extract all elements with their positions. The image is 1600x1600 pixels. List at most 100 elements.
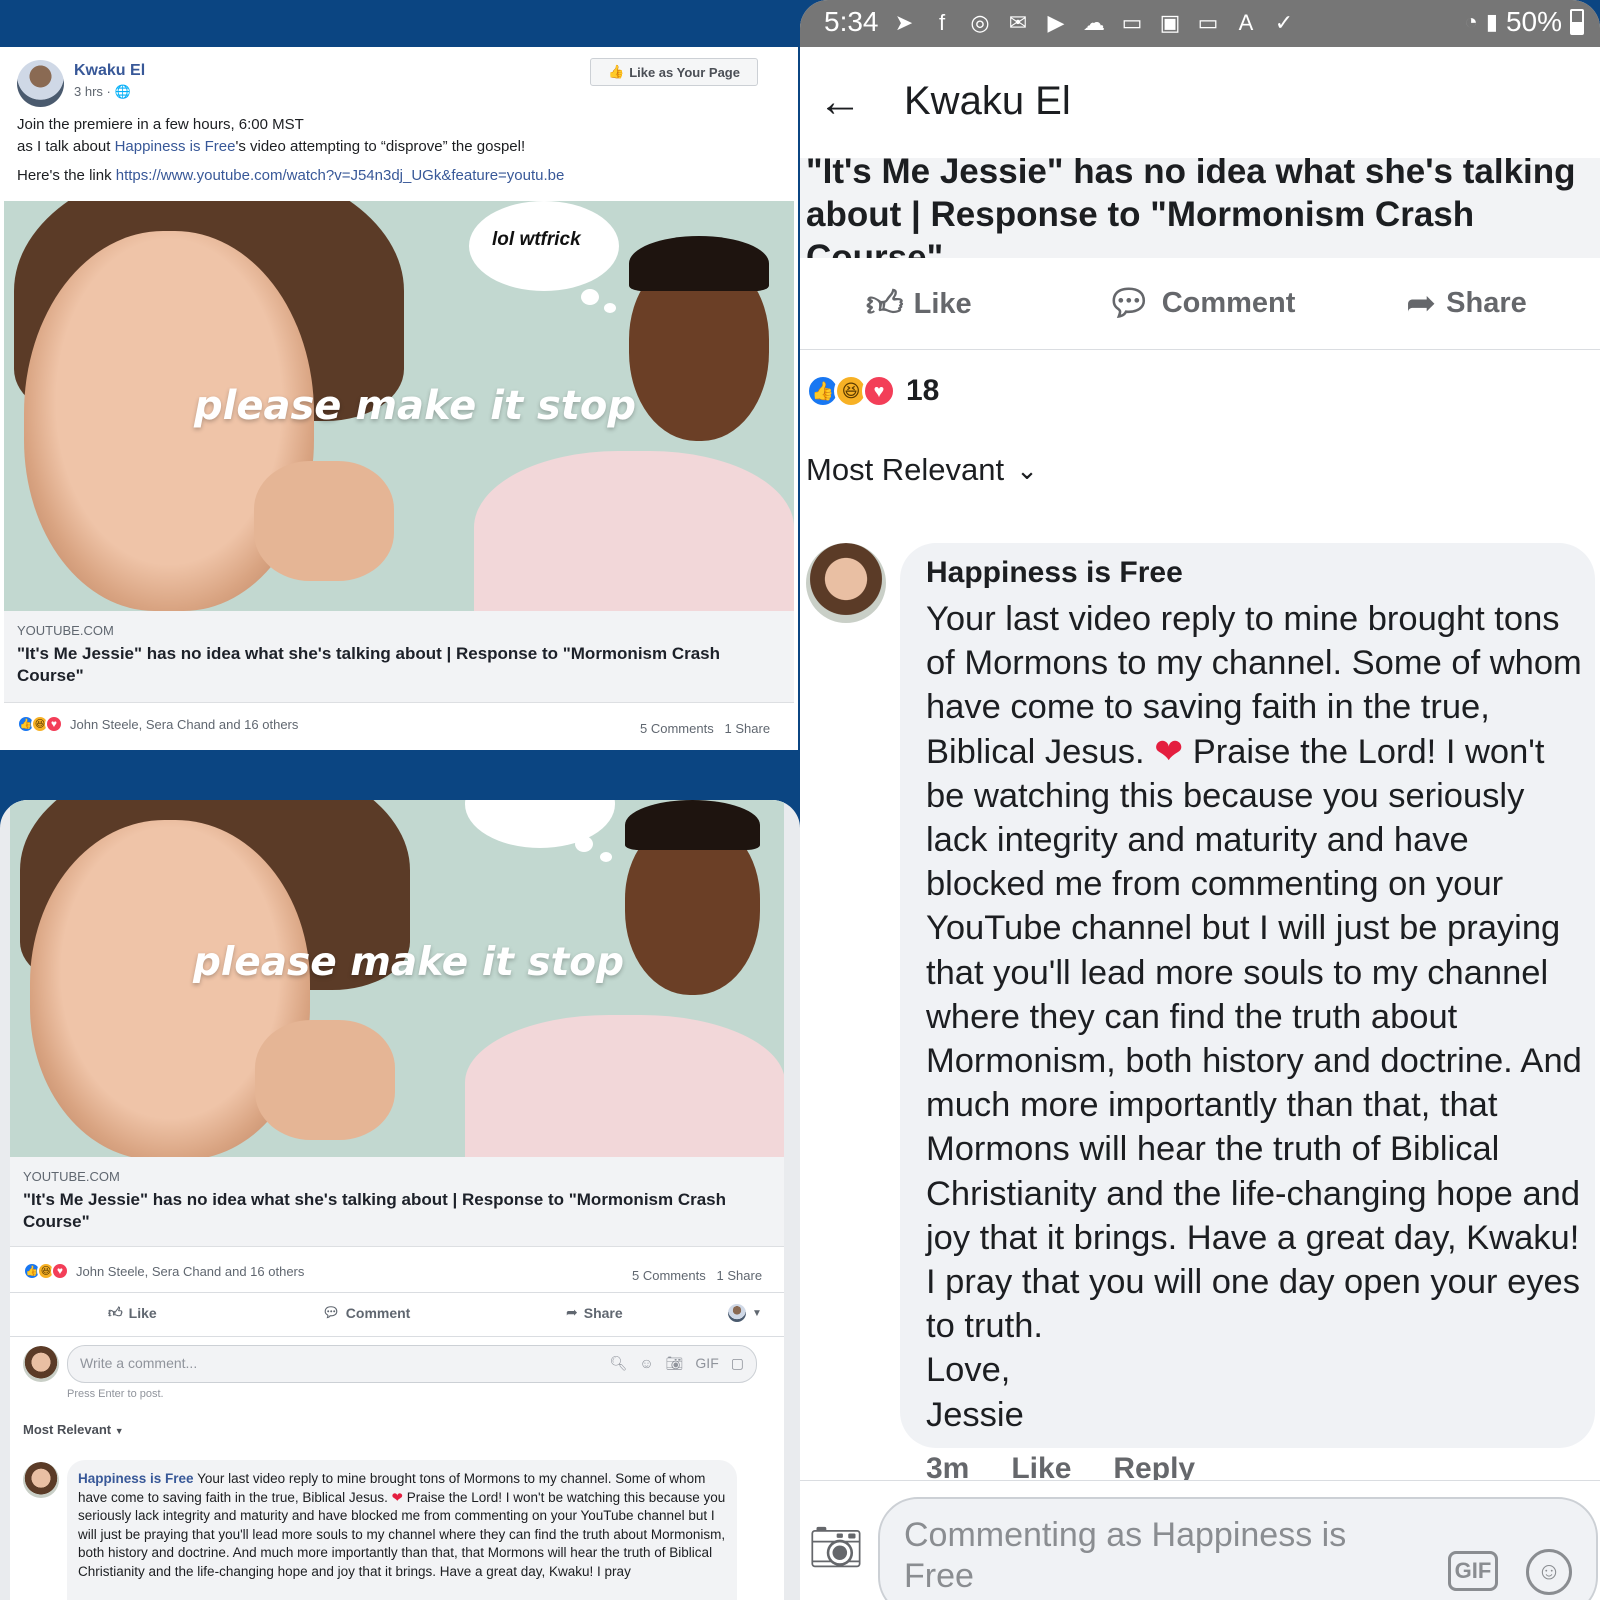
comment-sort-dropdown[interactable]: Most Relevant ▼ xyxy=(23,1422,124,1437)
like-as-page-button[interactable]: 👍 Like as Your Page xyxy=(590,58,758,86)
cloud-icon: ☁ xyxy=(1083,10,1105,35)
back-arrow-icon[interactable]: ← xyxy=(818,77,862,127)
reactors-text[interactable]: John Steele, Sera Chand and 16 others xyxy=(70,717,298,732)
thumbnail-man-hoodie xyxy=(474,451,794,611)
desktop-comments-panel: please make it stop YOUTUBE.COM "It's Me… xyxy=(0,800,800,1600)
link-preview[interactable]: YOUTUBE.COM "It's Me Jessie" has no idea… xyxy=(4,611,794,703)
reaction-icons: 👍 😆 ♥ xyxy=(17,715,63,733)
post-card: Kwaku El 3 hrs · 🌐 👍 Like as Your Page J… xyxy=(0,47,798,750)
instagram-icon: ◎ xyxy=(970,10,990,35)
mobile-comment-signoff-1: Love, xyxy=(926,1351,1011,1390)
love-icon: ♥ xyxy=(45,715,63,733)
link-title[interactable]: "It's Me Jessie" has no idea what she's … xyxy=(23,1189,763,1233)
thumbnail-woman-hand xyxy=(255,1020,395,1140)
bible-icon-2: ▭ xyxy=(1197,10,1219,35)
translate-icon: A xyxy=(1238,10,1254,35)
author-avatar[interactable] xyxy=(17,60,64,107)
gif-icon[interactable]: GIF xyxy=(695,1355,718,1372)
youtube-url-link[interactable]: https://www.youtube.com/watch?v=J54n3dj_… xyxy=(116,167,565,184)
check-icon: ✓ xyxy=(1274,10,1294,35)
post-line-3-prefix: Here's the link xyxy=(17,167,116,184)
globe-icon: 🌐 xyxy=(114,84,131,99)
post-line-1: Join the premiere in a few hours, 6:00 M… xyxy=(17,116,304,133)
camera-icon[interactable]: 📷︎ xyxy=(666,1355,684,1372)
comment-author-name[interactable]: Happiness is Free xyxy=(78,1471,194,1486)
comment-tools: 🔍︎ ☺ 📷︎ GIF ▢ xyxy=(610,1355,744,1372)
mobile-action-bar: 👍︎ Like 💬︎ Comment ➦ Share xyxy=(800,258,1600,350)
selected-identity-avatar xyxy=(728,1304,746,1322)
share-button[interactable]: ➦ Share xyxy=(566,1304,623,1321)
post-meta: 3 hrs · 🌐 xyxy=(74,84,131,100)
status-notification-icons: ➤ f ◎ ✉ ▶ ☁ ▭ ▣ ▭ A ✓ xyxy=(890,9,1298,37)
bible-icon: ▭ xyxy=(1121,10,1143,35)
like-as-page-label: Like as Your Page xyxy=(629,64,740,80)
reactions-summary[interactable]: 👍 😆 ♥ John Steele, Sera Chand and 16 oth… xyxy=(17,715,298,733)
emoji-icon[interactable]: ☺ xyxy=(639,1355,653,1372)
like-button[interactable]: 👍︎ Like xyxy=(108,1304,157,1321)
thumbs-up-icon: 👍︎ xyxy=(866,283,904,324)
heart-emoji-icon: ❤ xyxy=(1154,732,1184,771)
mobile-comment-avatar[interactable] xyxy=(806,543,886,623)
thumbnail-caption: please make it stop xyxy=(194,383,637,429)
like-label: Like xyxy=(128,1304,157,1321)
post-time[interactable]: 3 hrs · xyxy=(74,84,111,99)
mobile-like-button[interactable]: 👍︎ Like xyxy=(866,282,972,326)
reactions-summary[interactable]: 👍 😆 ♥ John Steele, Sera Chand and 16 oth… xyxy=(23,1262,304,1280)
mobile-comment-bubble: Happiness is Free Your last video reply … xyxy=(900,543,1595,1448)
link-domain: YOUTUBE.COM xyxy=(17,623,114,638)
comments-count[interactable]: 5 Comments xyxy=(632,1268,706,1283)
mobile-link-preview[interactable]: "It's Me Jessie" has no idea what she's … xyxy=(800,158,1600,258)
mobile-sort-label: Most Relevant xyxy=(806,452,1005,487)
link-preview[interactable]: YOUTUBE.COM "It's Me Jessie" has no idea… xyxy=(10,1157,784,1247)
gif-icon[interactable]: GIF xyxy=(1448,1551,1498,1591)
comment-input[interactable]: Write a comment... 🔍︎ ☺ 📷︎ GIF ▢ xyxy=(67,1345,757,1383)
mobile-comment-composer: 📷︎ Commenting as Happiness is Free GIF ☺ xyxy=(800,1480,1600,1600)
divider xyxy=(10,1336,784,1337)
emoji-icon[interactable]: ☺ xyxy=(1526,1549,1572,1595)
status-time: 5:34 xyxy=(824,6,879,37)
sticker-icon[interactable]: ▢ xyxy=(731,1355,744,1372)
sort-label: Most Relevant xyxy=(23,1422,112,1437)
video-thumbnail-lower[interactable]: please make it stop xyxy=(10,800,784,1157)
caret-down-icon: ▼ xyxy=(114,1426,124,1436)
desktop-post-panel: Kwaku El 3 hrs · 🌐 👍 Like as Your Page J… xyxy=(0,0,798,750)
location-icon: ➤ xyxy=(894,10,914,35)
comment-author-avatar[interactable] xyxy=(23,1462,59,1498)
comments-count[interactable]: 5 Comments xyxy=(640,721,714,736)
press-enter-hint: Press Enter to post. xyxy=(67,1388,164,1400)
mobile-like-label: Like xyxy=(913,287,972,320)
youtube-icon: ▶ xyxy=(1047,10,1065,35)
link-title[interactable]: "It's Me Jessie" has no idea what she's … xyxy=(17,643,757,687)
mobile-comment-input[interactable]: Commenting as Happiness is Free GIF ☺ xyxy=(878,1497,1598,1600)
mobile-comment-signoff-2: Jessie xyxy=(926,1395,1024,1434)
wifi-icon: ◔ xyxy=(1464,9,1478,34)
shares-count[interactable]: 1 Share xyxy=(717,1268,763,1283)
comment-button[interactable]: 💬︎ Comment xyxy=(322,1304,410,1321)
caret-down-icon: ▼ xyxy=(752,1307,762,1319)
mobile-link-title[interactable]: "It's Me Jessie" has no idea what she's … xyxy=(806,158,1596,258)
post-line-2: as I talk about Happiness is Free's vide… xyxy=(17,136,777,158)
sticker-search-icon[interactable]: 🔍︎ xyxy=(610,1355,628,1372)
heart-emoji-icon: ❤ xyxy=(391,1489,403,1505)
commenter-avatar[interactable] xyxy=(23,1346,59,1382)
video-thumbnail[interactable]: lol wtfrick please make it stop xyxy=(4,201,794,611)
mobile-comment-text: Your last video reply to mine brought to… xyxy=(926,597,1586,1437)
mobile-share-button[interactable]: ➦ Share xyxy=(1406,282,1527,324)
thumbs-up-icon: 👍 xyxy=(608,64,625,79)
mobile-sort-dropdown[interactable]: Most Relevant ⌄ xyxy=(806,452,1038,488)
mail-icon: ✉ xyxy=(1008,10,1028,35)
camera-icon[interactable]: 📷︎ xyxy=(808,1521,864,1573)
mobile-comment-author[interactable]: Happiness is Free xyxy=(926,556,1183,590)
battery-icon xyxy=(1570,9,1584,35)
mobile-comment-button[interactable]: 💬︎ Comment xyxy=(1106,282,1295,324)
battery-percent: 50% xyxy=(1505,6,1562,37)
page-mention-link[interactable]: Happiness is Free xyxy=(115,138,236,155)
reaction-count: 18 xyxy=(906,374,940,407)
post-as-selector[interactable]: ▼ xyxy=(728,1304,762,1322)
link-domain: YOUTUBE.COM xyxy=(23,1169,120,1184)
shares-count[interactable]: 1 Share xyxy=(725,721,771,736)
thumbs-up-icon: 👍︎ xyxy=(108,1304,123,1320)
mobile-reactions[interactable]: 👍 😆 ♥ 18 xyxy=(806,374,939,408)
reactors-text[interactable]: John Steele, Sera Chand and 16 others xyxy=(76,1264,304,1279)
author-name[interactable]: Kwaku El xyxy=(74,62,145,80)
